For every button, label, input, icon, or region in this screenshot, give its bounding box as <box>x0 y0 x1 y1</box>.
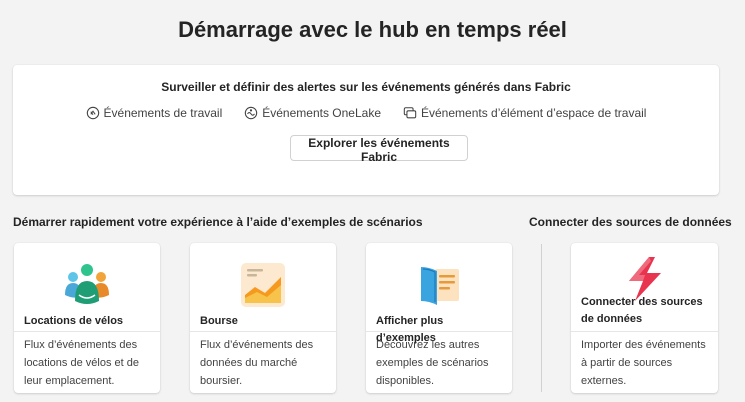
card-title-bikes: Locations de vélos <box>24 315 124 327</box>
event-label-onelake: Événements OneLake <box>262 106 381 120</box>
card-divider <box>571 331 718 332</box>
job-events-icon <box>86 106 99 120</box>
book-icon <box>421 267 459 305</box>
card-description-more: Découvrez les autres exemples de scénari… <box>376 339 489 387</box>
scenario-card-more[interactable]: Afficher plus d’exemples Découvrez les a… <box>366 243 512 393</box>
stock-chart-icon <box>241 263 285 307</box>
card-divider <box>14 331 160 332</box>
bike-people-icon <box>65 264 109 304</box>
connect-data-sources-card[interactable]: Connecter des sources de données Importe… <box>571 243 718 393</box>
section-divider <box>541 244 542 392</box>
card-title-stocks: Bourse <box>200 315 238 327</box>
onelake-icon <box>245 106 258 120</box>
card-description-stocks: Flux d’événements des données du marché … <box>200 339 314 387</box>
card-description-bikes: Flux d’événements des locations de vélos… <box>24 339 139 387</box>
explore-fabric-events-button[interactable]: Explorer les événements Fabric <box>290 135 468 164</box>
scenario-card-stocks[interactable]: Bourse Flux d’événements des données du … <box>190 243 336 393</box>
event-item-onelake: Événements OneLake <box>244 106 381 120</box>
card-divider <box>366 331 512 332</box>
card-description-connect: Importer des événements à partir de sour… <box>581 339 706 387</box>
card-divider <box>190 331 336 332</box>
events-list: Événements de travail Événements OneLake… <box>13 106 719 120</box>
event-label-job: Événements de travail <box>103 106 223 120</box>
events-heading: Surveiller et définir des alertes sur le… <box>161 80 571 94</box>
scenarios-heading: Démarrer rapidement votre expérience à l… <box>13 215 423 229</box>
event-item-job: Événements de travail <box>86 106 223 120</box>
connect-heading: Connecter des sources de données <box>529 215 732 229</box>
event-item-workspace: Événements d’élément d’espace de travail <box>403 106 646 120</box>
scenario-card-bikes[interactable]: Locations de vélos Flux d’événements des… <box>14 243 160 393</box>
card-title-connect: Connecter des sources de données <box>581 296 703 325</box>
page-title: Démarrage avec le hub en temps réel <box>178 17 567 42</box>
fabric-events-card: Surveiller et définir des alertes sur le… <box>13 65 719 195</box>
workspace-item-icon <box>403 107 417 119</box>
event-label-workspace: Événements d’élément d’espace de travail <box>421 106 647 120</box>
